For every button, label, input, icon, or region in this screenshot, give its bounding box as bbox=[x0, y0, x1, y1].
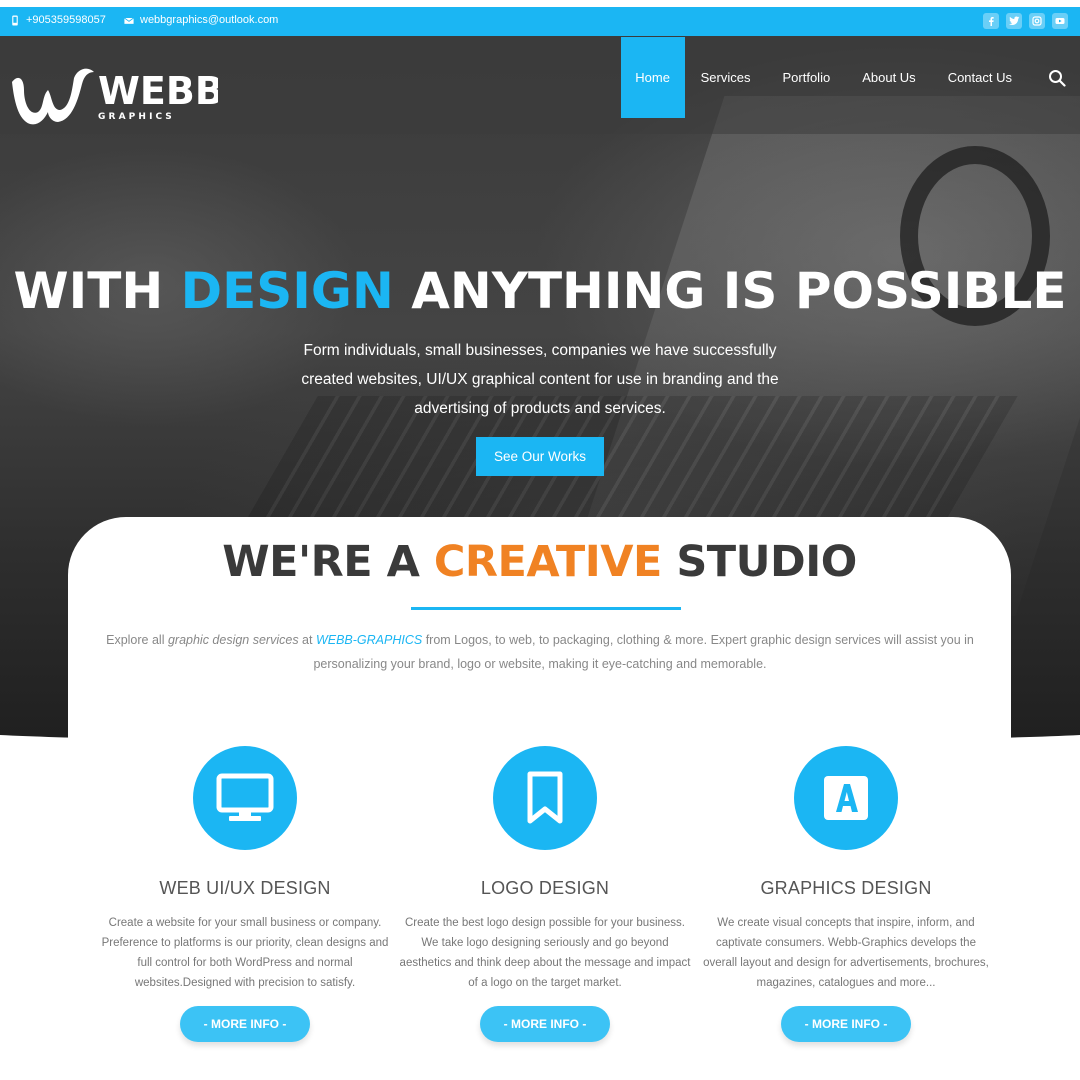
see-our-works-button[interactable]: See Our Works bbox=[476, 437, 604, 476]
studio-title-pre: WE'RE A bbox=[222, 537, 434, 587]
twitter-icon[interactable] bbox=[1006, 13, 1022, 29]
search-button[interactable] bbox=[1034, 37, 1080, 118]
youtube-icon[interactable] bbox=[1052, 13, 1068, 29]
service-title: LOGO DESIGN bbox=[480, 878, 610, 898]
letter-a-icon bbox=[824, 776, 868, 820]
letter-a-icon-circle[interactable] bbox=[794, 746, 898, 850]
email-address: webbgraphics@outlook.com bbox=[140, 14, 279, 26]
monitor-icon-circle[interactable] bbox=[193, 746, 297, 850]
search-icon bbox=[1049, 69, 1066, 87]
studio-description: Explore all graphic design services at W… bbox=[100, 628, 980, 676]
service-graphics-design: GRAPHICS DESIGN We create visual concept… bbox=[696, 746, 996, 1042]
service-web-ui-ux: WEB UI/UX DESIGN Create a website for yo… bbox=[95, 746, 395, 1042]
logo-w-mark bbox=[12, 68, 94, 125]
hero-subtitle: Form individuals, small businesses, comp… bbox=[280, 336, 800, 423]
hero-title-pre: WITH bbox=[13, 262, 181, 320]
envelope-icon bbox=[124, 17, 134, 24]
more-info-button[interactable]: - MORE INFO - bbox=[480, 1006, 610, 1042]
logo-tagline: G R A P H I C S bbox=[98, 112, 172, 122]
service-title: GRAPHICS DESIGN bbox=[760, 878, 932, 898]
monitor-icon bbox=[216, 773, 274, 821]
service-description: Create the best logo design possible for… bbox=[399, 917, 691, 989]
studio-title-post: STUDIO bbox=[661, 537, 857, 587]
title-underline bbox=[411, 607, 681, 610]
service-description: We create visual concepts that inspire, … bbox=[703, 917, 989, 989]
hero-subtitle-line: Form individuals, small businesses, comp… bbox=[303, 342, 777, 359]
hero-title-accent: DESIGN bbox=[180, 262, 394, 320]
service-title: WEB UI/UX DESIGN bbox=[159, 878, 331, 898]
bookmark-icon-circle[interactable] bbox=[493, 746, 597, 850]
webb-graphics-logo[interactable]: WEBB G R A P H I C S bbox=[8, 60, 218, 130]
social-links bbox=[983, 13, 1068, 29]
hero-subtitle-line: created websites, UI/UX graphical conten… bbox=[301, 371, 779, 388]
nav-home[interactable]: Home bbox=[620, 37, 685, 118]
phone-number: +905359598057 bbox=[26, 14, 106, 26]
phone-icon bbox=[12, 14, 18, 26]
logo-name: WEBB bbox=[98, 69, 218, 113]
instagram-icon[interactable] bbox=[1029, 13, 1045, 29]
hero-subtitle-line: advertising of products and services. bbox=[414, 400, 666, 417]
nav-contact-us[interactable]: Contact Us bbox=[932, 37, 1028, 118]
nav-services[interactable]: Services bbox=[685, 37, 767, 118]
studio-desc-part: at bbox=[298, 633, 316, 647]
service-logo-design: LOGO DESIGN Create the best logo design … bbox=[395, 746, 695, 1042]
top-contact-bar: +905359598057 webbgraphics@outlook.com bbox=[0, 7, 1080, 36]
hero-title-post: ANYTHING IS POSSIBLE bbox=[393, 262, 1067, 320]
phone-contact[interactable]: +905359598057 bbox=[10, 14, 106, 26]
bookmark-icon bbox=[527, 771, 563, 824]
more-info-button[interactable]: - MORE INFO - bbox=[781, 1006, 911, 1042]
studio-title-accent: CREATIVE bbox=[433, 537, 662, 587]
hero-title: WITH DESIGN ANYTHING IS POSSIBLE bbox=[0, 262, 1080, 320]
webb-graphics-link[interactable]: WEBB-GRAPHICS bbox=[316, 633, 422, 647]
service-description: Create a website for your small business… bbox=[101, 917, 389, 989]
studio-title: WE'RE A CREATIVE STUDIO bbox=[68, 537, 1011, 587]
more-info-button[interactable]: - MORE INFO - bbox=[180, 1006, 310, 1042]
studio-desc-part: Explore all bbox=[106, 633, 168, 647]
main-navigation: Home Services Portfolio About Us Contact… bbox=[620, 37, 1080, 118]
nav-portfolio[interactable]: Portfolio bbox=[767, 37, 847, 118]
email-contact[interactable]: webbgraphics@outlook.com bbox=[124, 14, 278, 26]
studio-desc-italic: graphic design services bbox=[167, 633, 299, 647]
nav-about-us[interactable]: About Us bbox=[846, 37, 931, 118]
facebook-icon[interactable] bbox=[983, 13, 999, 29]
